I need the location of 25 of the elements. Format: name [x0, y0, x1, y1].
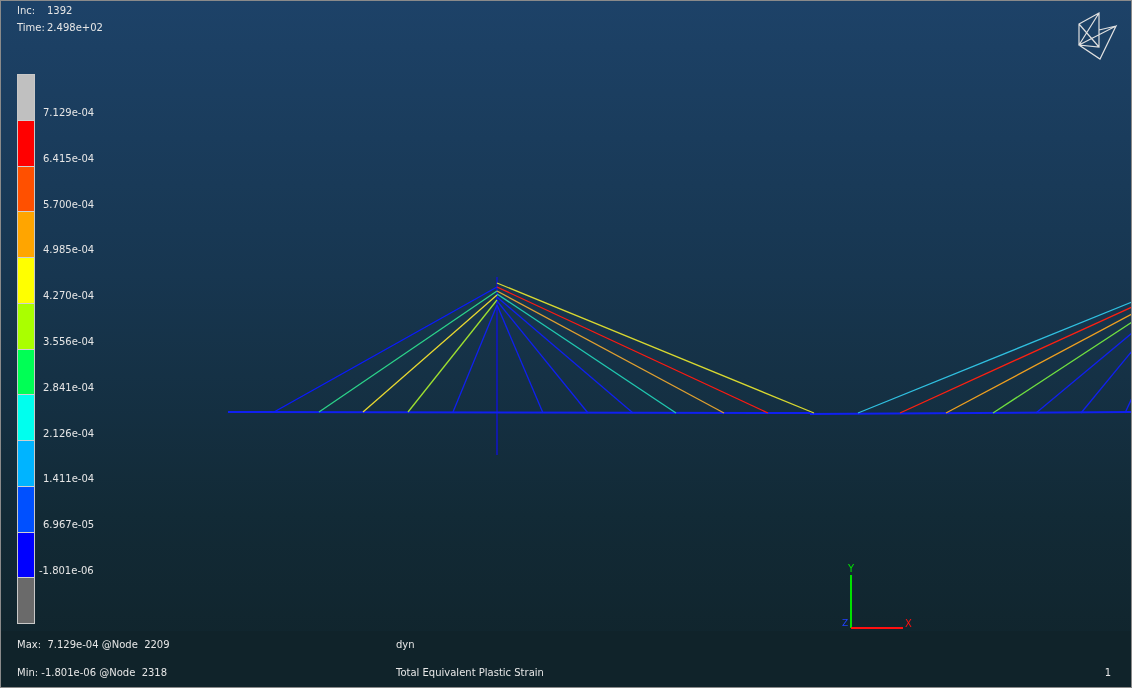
scale-value: 1.411e-04	[43, 473, 95, 487]
job-name: dyn	[396, 639, 416, 651]
scale-value: 2.841e-04	[43, 381, 95, 395]
time-label: Time:	[17, 22, 46, 34]
axis-triad-drawing	[850, 574, 904, 629]
scale-value: 4.270e-04	[43, 290, 95, 304]
scale-value: 6.415e-04	[43, 152, 95, 166]
view-cube-icon	[1078, 12, 1118, 60]
max-value-text: Max: 7.129e-04 @Node 2209	[17, 639, 171, 651]
x-axis-label: X	[905, 618, 912, 629]
scale-value: 5.700e-04	[43, 198, 95, 212]
scale-value: 3.556e-04	[43, 336, 95, 349]
y-axis-label: Y	[848, 563, 855, 574]
variable-name: Total Equivalent Plastic Strain	[396, 667, 545, 679]
scale-value: 7.129e-04	[43, 107, 95, 120]
min-value-text: Min: -1.801e-06 @Node 2318	[17, 667, 169, 679]
scale-value: 2.126e-04	[43, 427, 95, 441]
increment-value: 1392	[47, 5, 74, 17]
increment-label: Inc:	[17, 5, 37, 17]
page-number: 1	[1104, 667, 1111, 679]
z-axis-label: Z	[842, 618, 849, 628]
scale-value: -1.801e-06	[39, 564, 95, 578]
scale-value: 6.967e-05	[43, 519, 95, 533]
time-value: 2.498e+02	[47, 22, 103, 34]
scale-value: 4.985e-04	[43, 244, 95, 258]
